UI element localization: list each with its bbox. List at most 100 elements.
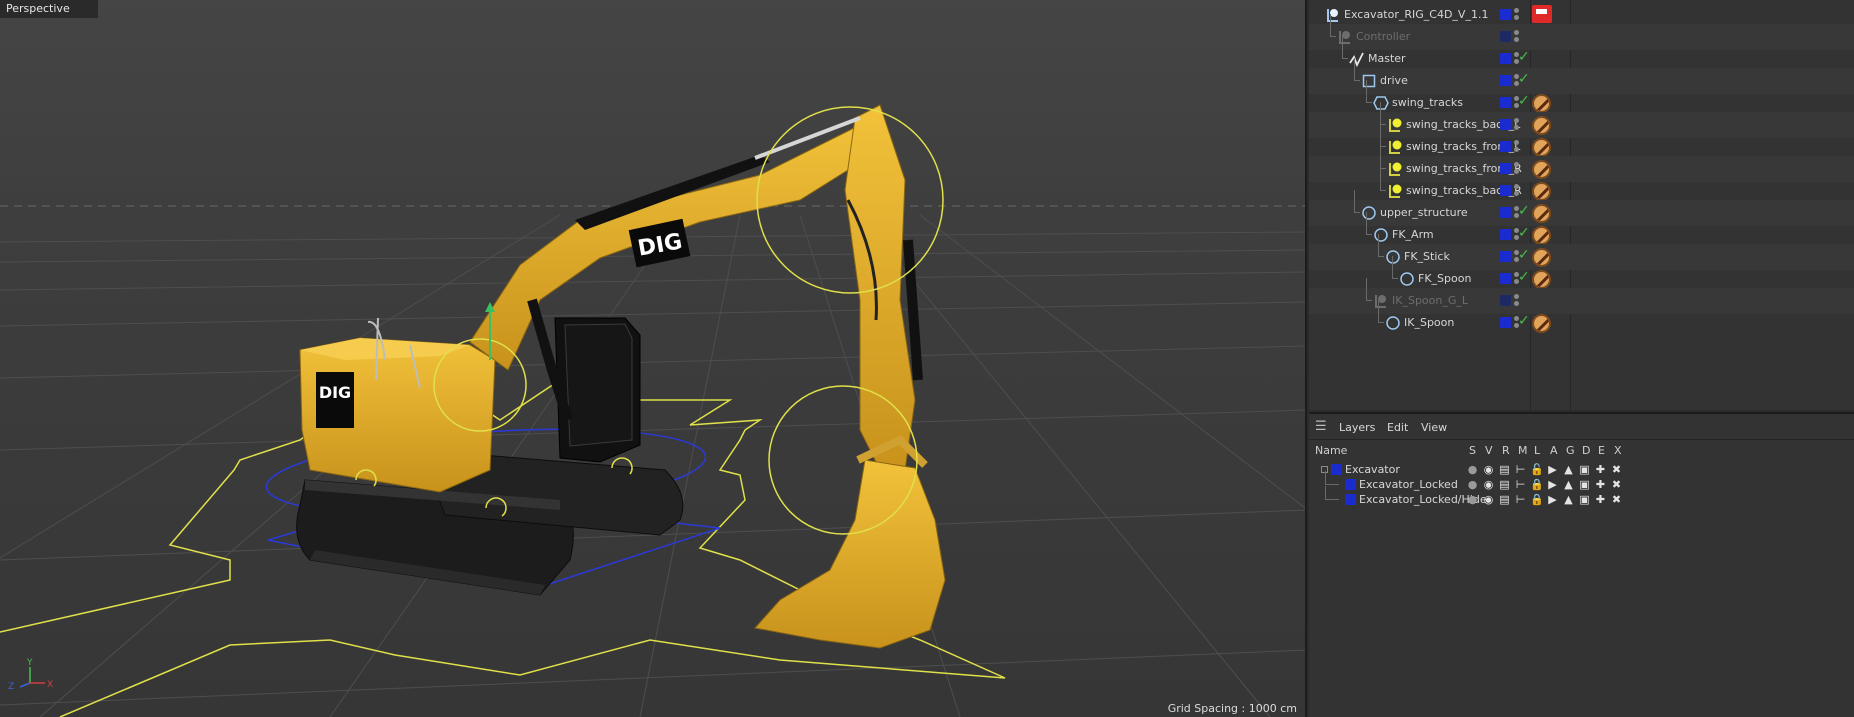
layer-row[interactable]: Excavator_Locked/Hide ● ◉ ▤ ⊢ 🔒 ▶ ▲ ▣ ✚ ✖ <box>1309 486 1854 508</box>
xrefs-icon[interactable]: ✖ <box>1610 493 1623 506</box>
layer-color-swatch[interactable] <box>1500 185 1511 196</box>
object-name[interactable]: IK_Spoon_G_L <box>1392 294 1468 307</box>
expressions-icon[interactable]: ✚ <box>1594 493 1607 506</box>
object-name[interactable]: swing_tracks <box>1392 96 1463 109</box>
menu-view[interactable]: View <box>1421 421 1447 434</box>
layer-color-swatch[interactable] <box>1500 207 1511 218</box>
layer-color-swatch[interactable] <box>1500 75 1511 86</box>
protection-tag-icon[interactable] <box>1532 314 1551 333</box>
column-g[interactable]: G <box>1566 444 1575 457</box>
deformers-icon[interactable]: ▣ <box>1578 463 1591 476</box>
layer-row[interactable]: Excavator_Locked ● ◉ ▤ ⊢ 🔒 ▶ ▲ ▣ ✚ ✖ <box>1309 471 1854 493</box>
menu-layers[interactable]: Layers <box>1339 421 1375 434</box>
enabled-check-icon[interactable]: ✓ <box>1518 49 1530 65</box>
layer-color-swatch[interactable] <box>1331 464 1342 475</box>
column-s[interactable]: S <box>1469 444 1476 457</box>
enabled-check-icon[interactable]: ✓ <box>1518 71 1530 87</box>
render-icon[interactable]: ▤ <box>1498 463 1511 476</box>
protection-tag-icon[interactable] <box>1532 116 1551 135</box>
enabled-check-icon[interactable]: ✓ <box>1518 313 1530 329</box>
protection-tag-icon[interactable] <box>1532 226 1551 245</box>
menu-edit[interactable]: Edit <box>1387 421 1408 434</box>
perspective-scene[interactable]: DIG DIG Y X Z <box>0 0 1307 717</box>
visibility-dots-icon[interactable] <box>1514 118 1519 132</box>
solo-icon[interactable]: ● <box>1466 463 1479 476</box>
visible-eye-icon[interactable]: ◉ <box>1482 478 1495 491</box>
expressions-icon[interactable]: ✚ <box>1594 478 1607 491</box>
layer-color-swatch[interactable] <box>1500 141 1511 152</box>
enabled-check-icon[interactable]: ✓ <box>1518 225 1530 241</box>
protection-tag-icon[interactable] <box>1532 270 1551 289</box>
column-r[interactable]: R <box>1502 444 1510 457</box>
layer-row[interactable]: Excavator ● ◉ ▤ ⊢ 🔓 ▶ ▲ ▣ ✚ ✖ <box>1309 462 1854 478</box>
object-name[interactable]: upper_structure <box>1380 206 1468 219</box>
expressions-icon[interactable]: ✚ <box>1594 463 1607 476</box>
visibility-dots-icon[interactable] <box>1514 294 1519 308</box>
protection-tag-icon[interactable] <box>1532 204 1551 223</box>
layer-color-swatch[interactable] <box>1500 53 1511 64</box>
render-icon[interactable]: ▤ <box>1498 493 1511 506</box>
layer-color-swatch[interactable] <box>1500 31 1511 42</box>
protection-tag-icon[interactable] <box>1532 94 1551 113</box>
object-name[interactable]: drive <box>1380 74 1408 87</box>
column-x[interactable]: X <box>1614 444 1622 457</box>
layer-color-swatch[interactable] <box>1345 479 1356 490</box>
generators-icon[interactable]: ▲ <box>1562 493 1575 506</box>
visible-eye-icon[interactable]: ◉ <box>1482 463 1495 476</box>
object-name[interactable]: Master <box>1368 52 1406 65</box>
column-a[interactable]: A <box>1550 444 1558 457</box>
deformers-icon[interactable]: ▣ <box>1578 493 1591 506</box>
protection-tag-icon[interactable] <box>1532 138 1551 157</box>
layer-name[interactable]: Excavator_Locked <box>1359 478 1458 491</box>
object-name[interactable]: IK_Spoon <box>1404 316 1454 329</box>
enabled-check-icon[interactable]: ✓ <box>1518 269 1530 285</box>
visibility-dots-icon[interactable] <box>1514 8 1519 22</box>
protection-tag-icon[interactable] <box>1532 248 1551 267</box>
layer-color-swatch[interactable] <box>1345 494 1356 505</box>
object-name[interactable]: Controller <box>1356 30 1410 43</box>
unlock-icon[interactable]: 🔓 <box>1530 463 1544 476</box>
layer-name[interactable]: Excavator <box>1345 463 1400 476</box>
object-manager-panel[interactable]: Excavator_RIG_C4D_V_1.1 Controller Master ✓… <box>1309 0 1854 410</box>
viewport-panel[interactable]: DIG DIG Y X Z Perspective Grid Spacing:… <box>0 0 1307 717</box>
visibility-dots-icon[interactable] <box>1514 140 1519 154</box>
layer-color-swatch[interactable] <box>1500 97 1511 108</box>
layer-color-swatch[interactable] <box>1500 229 1511 240</box>
column-e[interactable]: E <box>1598 444 1605 457</box>
layer-manager-panel[interactable]: ☰ Layers Edit View Name S V R M L A G D … <box>1309 412 1854 717</box>
visibility-dots-icon[interactable] <box>1514 30 1519 44</box>
column-v[interactable]: V <box>1485 444 1493 457</box>
animation-icon[interactable]: ▶ <box>1546 493 1559 506</box>
enabled-check-icon[interactable]: ✓ <box>1518 203 1530 219</box>
generators-icon[interactable]: ▲ <box>1562 463 1575 476</box>
deformers-icon[interactable]: ▣ <box>1578 478 1591 491</box>
manager-icon[interactable]: ⊢ <box>1514 478 1527 491</box>
lock-icon[interactable]: 🔒 <box>1530 478 1544 491</box>
enabled-check-icon[interactable]: ✓ <box>1518 93 1530 109</box>
layer-color-swatch[interactable] <box>1500 119 1511 130</box>
object-name[interactable]: Excavator_RIG_C4D_V_1.1 <box>1344 8 1488 21</box>
object-name[interactable]: FK_Arm <box>1392 228 1434 241</box>
enabled-check-icon[interactable]: ✓ <box>1518 247 1530 263</box>
visibility-dots-icon[interactable] <box>1514 162 1519 176</box>
layer-color-swatch[interactable] <box>1500 295 1511 306</box>
xrefs-icon[interactable]: ✖ <box>1610 463 1623 476</box>
display-tag-icon[interactable] <box>1532 5 1552 23</box>
lock-icon[interactable]: 🔒 <box>1530 493 1544 506</box>
manager-icon[interactable]: ⊢ <box>1514 463 1527 476</box>
visibility-dots-icon[interactable] <box>1514 184 1519 198</box>
hamburger-menu-icon[interactable]: ☰ <box>1315 419 1327 434</box>
layer-color-swatch[interactable] <box>1500 163 1511 174</box>
column-m[interactable]: M <box>1518 444 1528 457</box>
object-name[interactable]: FK_Stick <box>1404 250 1450 263</box>
manager-icon[interactable]: ⊢ <box>1514 493 1527 506</box>
protection-tag-icon[interactable] <box>1532 160 1551 179</box>
layer-color-swatch[interactable] <box>1500 9 1511 20</box>
column-l[interactable]: L <box>1534 444 1540 457</box>
column-name[interactable]: Name <box>1315 444 1347 457</box>
generators-icon[interactable]: ▲ <box>1562 478 1575 491</box>
animation-icon[interactable]: ▶ <box>1546 463 1559 476</box>
solo-icon[interactable]: ● <box>1466 478 1479 491</box>
layer-color-swatch[interactable] <box>1500 251 1511 262</box>
xrefs-icon[interactable]: ✖ <box>1610 478 1623 491</box>
